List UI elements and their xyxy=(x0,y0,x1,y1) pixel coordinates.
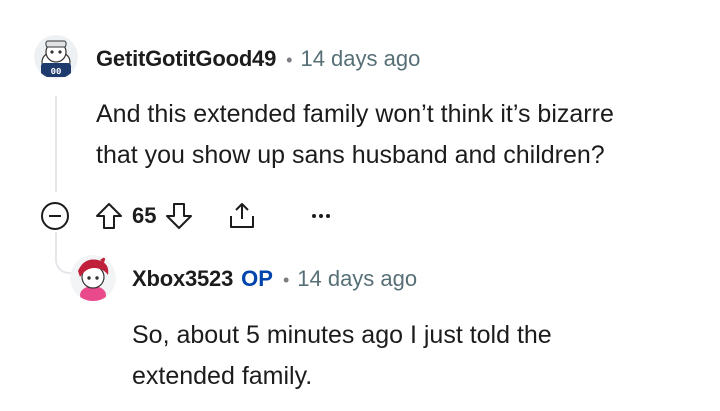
more-options-icon[interactable] xyxy=(308,203,334,229)
comment-body-line: And this extended family won’t think it’… xyxy=(96,100,614,128)
reply-meta: Xbox3523 OP • 14 days ago xyxy=(132,266,417,292)
username[interactable]: GetitGotitGood49 xyxy=(96,46,276,72)
downvote-icon[interactable] xyxy=(164,201,194,231)
avatar-badge-text: 00 xyxy=(51,67,62,77)
comment-body-line: that you show up sans husband and childr… xyxy=(96,141,605,169)
timestamp[interactable]: 14 days ago xyxy=(297,266,417,292)
thread-line xyxy=(55,96,57,192)
reply-body-line: extended family. xyxy=(132,362,313,390)
share-icon[interactable] xyxy=(226,200,258,232)
avatar[interactable] xyxy=(70,255,116,301)
upvote-icon[interactable] xyxy=(94,201,124,231)
reply-body-line: So, about 5 minutes ago I just told the xyxy=(132,321,552,349)
comment-body: And this extended family won’t think it’… xyxy=(96,94,706,176)
vote-count: 65 xyxy=(132,203,157,228)
avatar[interactable]: 00 xyxy=(34,35,78,79)
separator-dot: • xyxy=(286,50,293,70)
reply-body: So, about 5 minutes ago I just told the … xyxy=(132,315,692,397)
timestamp[interactable]: 14 days ago xyxy=(300,46,420,72)
collapse-icon[interactable] xyxy=(40,201,70,231)
separator-dot: • xyxy=(282,270,290,290)
comment-actions: 65 xyxy=(40,200,334,232)
reply-thread-connector xyxy=(55,232,73,274)
op-badge: OP xyxy=(241,266,273,291)
comment-meta: GetitGotitGood49 • 14 days ago xyxy=(96,46,420,72)
username[interactable]: Xbox3523 xyxy=(132,266,233,292)
